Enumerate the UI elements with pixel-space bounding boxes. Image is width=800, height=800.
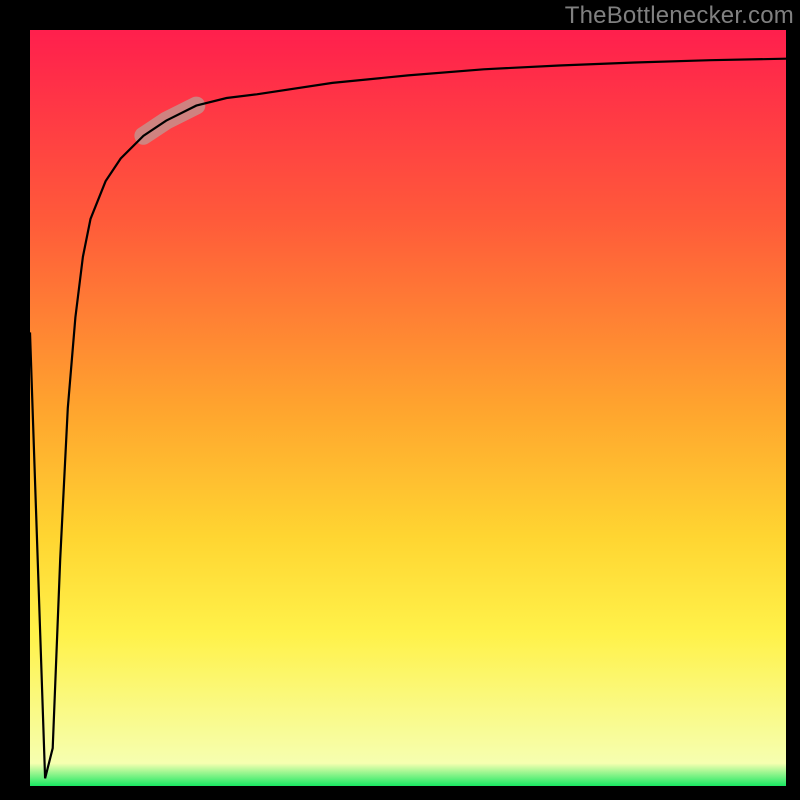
watermark-text: TheBottlenecker.com — [565, 2, 794, 30]
plot-area — [30, 30, 786, 786]
curve-layer — [30, 30, 786, 786]
chart-container: TheBottlenecker.com — [0, 0, 800, 800]
bottleneck-curve — [30, 59, 786, 779]
